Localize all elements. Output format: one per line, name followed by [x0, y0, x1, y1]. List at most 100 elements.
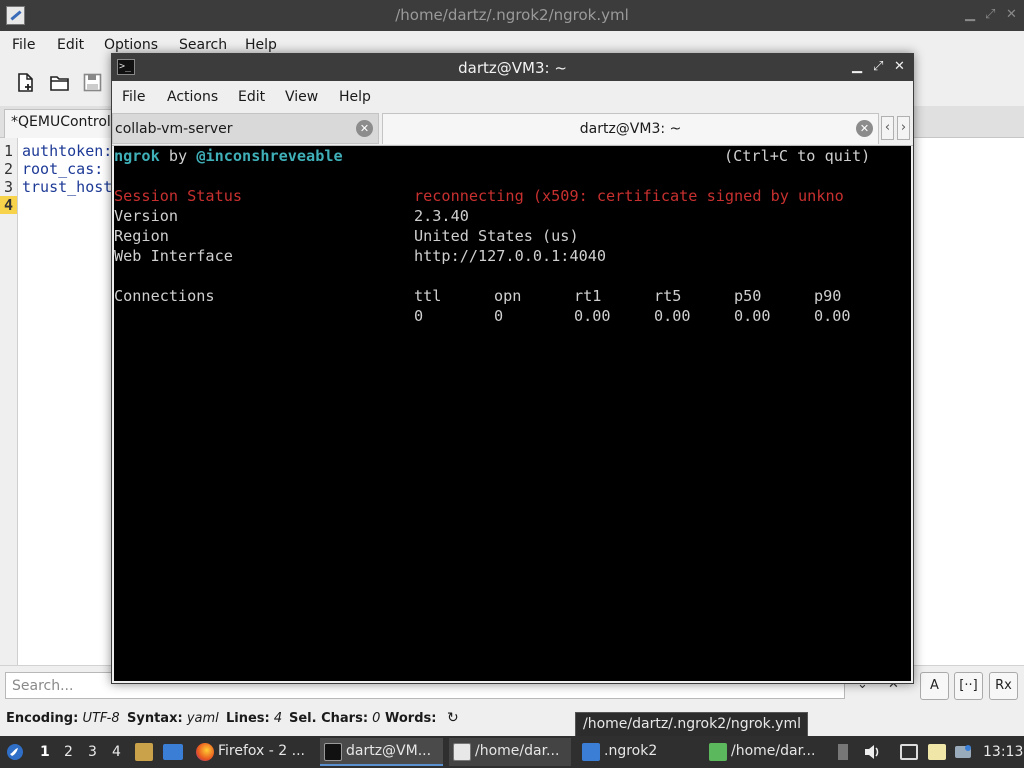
terminal-menu-help[interactable]: Help: [339, 89, 371, 105]
encoding-status: Encoding: UTF-8: [6, 711, 120, 726]
region-label: Region: [114, 227, 169, 245]
taskbar-task-home-dartz[interactable]: /home/dar...: [705, 738, 827, 766]
web-interface-url: http://127.0.0.1:4040: [414, 247, 607, 265]
terminal-minimize-button[interactable]: ▁: [852, 59, 862, 75]
new-file-icon[interactable]: [16, 73, 35, 92]
tab-scroll-left-icon[interactable]: ‹: [881, 116, 894, 140]
line-number: 2: [3, 160, 14, 178]
tab-scroll-right-icon[interactable]: ›: [897, 116, 910, 140]
open-folder-icon[interactable]: [50, 73, 69, 92]
conn-header-ttl: ttl: [414, 287, 442, 305]
save-icon[interactable]: [83, 73, 102, 92]
editor-menu-help[interactable]: Help: [245, 37, 277, 53]
terminal-tabbar: collab-vm-server ✕ dartz@VM3: ~ ✕ ‹ ›: [112, 112, 913, 146]
editor-window-title: /home/dartz/.ngrok2/ngrok.yml: [395, 6, 629, 24]
notification-icon[interactable]: [954, 744, 972, 760]
terminal-menu-edit[interactable]: Edit: [238, 89, 265, 105]
whole-word-button[interactable]: [··]: [954, 672, 983, 700]
taskbar-task-firefox[interactable]: Firefox - 2 ...: [192, 738, 310, 766]
workspace-3[interactable]: 3: [88, 744, 97, 760]
editor-close-button[interactable]: ✕: [1006, 7, 1017, 23]
firefox-icon: [196, 743, 214, 761]
lines-status: Lines: 4: [226, 711, 283, 726]
close-tab-icon[interactable]: ✕: [356, 120, 373, 137]
editor-titlebar: /home/dartz/.ngrok2/ngrok.yml ▁ ⤢ ✕: [0, 0, 1024, 31]
editor-menu-options[interactable]: Options: [104, 37, 158, 53]
region-value: United States (us): [414, 227, 579, 245]
editor-menu-search[interactable]: Search: [179, 37, 227, 53]
conn-value-p50: 0.00: [734, 307, 771, 325]
conn-header-p90: p90: [814, 287, 842, 305]
words-status: Words:: [385, 711, 437, 726]
workspace-2[interactable]: 2: [64, 744, 73, 760]
terminal-maximize-button[interactable]: ⤢: [873, 59, 883, 75]
folder-icon: [582, 743, 600, 761]
connections-label: Connections: [114, 287, 215, 305]
task-label: /home/dar...: [475, 743, 560, 759]
terminal-tab-collab-vm-server[interactable]: collab-vm-server ✕: [112, 113, 379, 144]
clock: 13:13: [983, 744, 1024, 760]
terminal-tab-dartz-vm3[interactable]: dartz@VM3: ~ ✕: [382, 113, 879, 144]
task-label: dartz@VM...: [346, 743, 432, 759]
web-interface-label: Web Interface: [114, 247, 233, 265]
taskbar-tooltip: /home/dartz/.ngrok2/ngrok.yml: [575, 712, 808, 737]
conn-header-rt1: rt1: [574, 287, 602, 305]
task-label: /home/dar...: [731, 743, 816, 759]
editor-menu-edit[interactable]: Edit: [57, 37, 84, 53]
tray-scroll-icon[interactable]: [838, 744, 848, 760]
regex-button[interactable]: Rx: [989, 672, 1018, 700]
terminal-window-title: dartz@VM3: ~: [458, 59, 567, 77]
clipboard-icon[interactable]: [928, 744, 946, 760]
match-case-button[interactable]: A: [920, 672, 949, 700]
archive-icon: [709, 743, 727, 761]
editor-statusbar: Encoding: UTF-8 Syntax: yaml Lines: 4 Se…: [0, 705, 1024, 735]
editor-minimize-button[interactable]: ▁: [965, 7, 975, 23]
terminal-close-button[interactable]: ✕: [894, 59, 905, 75]
workspace-1[interactable]: 1: [40, 744, 50, 760]
terminal-menu-file[interactable]: File: [122, 89, 145, 105]
conn-header-rt5: rt5: [654, 287, 682, 305]
code-line: authtoken:: [22, 142, 113, 160]
refresh-word-count-icon[interactable]: ↻: [447, 710, 459, 726]
conn-value-rt5: 0.00: [654, 307, 691, 325]
task-label: Firefox - 2 ...: [218, 743, 305, 759]
close-tab-icon[interactable]: ✕: [856, 120, 873, 137]
terminal-screen[interactable]: ngrok by @inconshreveable (Ctrl+C to qui…: [114, 146, 911, 681]
taskbar-task-terminal[interactable]: dartz@VM...: [320, 738, 443, 766]
version-value: 2.3.40: [414, 207, 469, 225]
terminal-titlebar: >_ dartz@VM3: ~ ▁ ⤢ ✕: [112, 54, 913, 81]
terminal-menu-view[interactable]: View: [285, 89, 318, 105]
taskbar-task-editor[interactable]: /home/dar...: [449, 738, 571, 766]
network-icon[interactable]: [900, 744, 918, 760]
terminal-menubar: File Actions Edit View Help: [112, 81, 913, 112]
code-line: trust_host: [22, 178, 113, 196]
sel-chars-status: Sel. Chars: 0: [289, 711, 381, 726]
conn-value-p90: 0.00: [814, 307, 851, 325]
show-desktop-icon[interactable]: [163, 744, 183, 760]
line-number-gutter: 1 2 3 4: [0, 138, 18, 665]
taskbar: 1 2 3 4 Firefox - 2 ... dartz@VM... /hom…: [0, 736, 1024, 768]
terminal-menu-actions[interactable]: Actions: [167, 89, 218, 105]
editor-maximize-button[interactable]: ⤢: [985, 7, 995, 23]
start-menu-icon[interactable]: [5, 742, 25, 762]
conn-value-rt1: 0.00: [574, 307, 611, 325]
line-number: 3: [3, 178, 14, 196]
workspace-4[interactable]: 4: [112, 744, 121, 760]
line-number: 1: [3, 142, 14, 160]
taskbar-task-ngrok2-folder[interactable]: .ngrok2: [578, 738, 698, 766]
task-label: .ngrok2: [604, 743, 658, 759]
terminal-window: >_ dartz@VM3: ~ ▁ ⤢ ✕ File Actions Edit …: [111, 53, 914, 684]
text-editor-icon: [453, 743, 471, 761]
terminal-icon: [324, 743, 342, 761]
editor-menu-file[interactable]: File: [12, 37, 35, 53]
volume-icon[interactable]: [863, 744, 881, 760]
version-label: Version: [114, 207, 179, 225]
session-status-label: Session Status: [114, 187, 243, 205]
conn-value-ttl: 0: [414, 307, 424, 325]
quit-hint: (Ctrl+C to quit): [724, 147, 871, 165]
file-manager-launcher-icon[interactable]: [135, 743, 153, 761]
conn-header-p50: p50: [734, 287, 762, 305]
ngrok-header: ngrok by @inconshreveable: [114, 147, 343, 165]
code-line: root_cas:: [22, 160, 104, 178]
syntax-status: Syntax: yaml: [127, 711, 219, 726]
